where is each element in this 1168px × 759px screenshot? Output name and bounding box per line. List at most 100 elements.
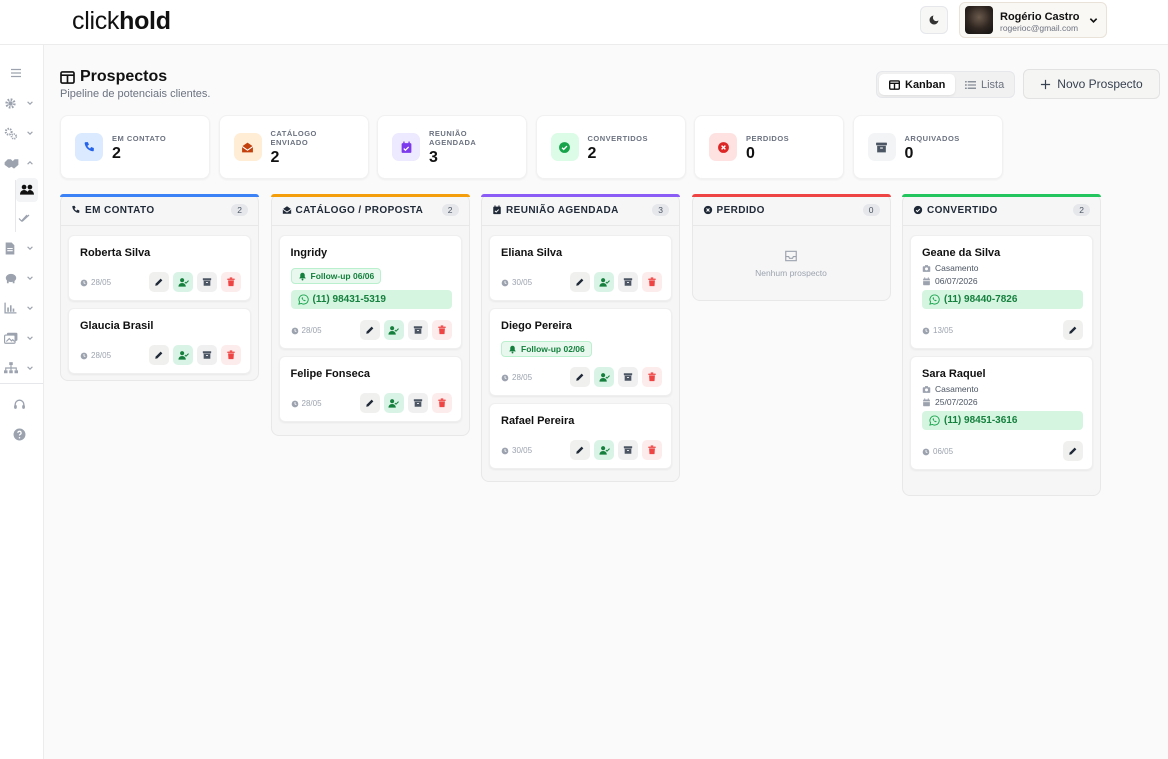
logo-text-light: click <box>72 7 120 35</box>
prospect-card[interactable]: Sara Raquel Casamento 25/07/2026 (11) 98451… <box>910 356 1093 470</box>
edit-button[interactable] <box>570 272 590 292</box>
delete-button[interactable] <box>642 272 662 292</box>
whatsapp-link[interactable]: (11) 98440-7826 <box>922 290 1083 309</box>
sidebar-item-settings[interactable] <box>4 94 36 112</box>
edit-button[interactable] <box>1063 320 1083 340</box>
card-actions <box>1063 441 1083 461</box>
delete-button[interactable] <box>431 320 452 340</box>
tab-lista[interactable]: Lista <box>955 74 1014 95</box>
sidebar-item-organization[interactable] <box>4 359 36 377</box>
sidebar-item-help[interactable] <box>13 425 45 443</box>
followup-text: Follow-up 06/06 <box>310 271 375 281</box>
delete-button[interactable] <box>431 393 452 413</box>
archive-button[interactable] <box>618 272 638 292</box>
stat-icon <box>392 133 420 161</box>
event-date-text: 25/07/2026 <box>935 397 978 407</box>
prospect-card[interactable]: Ingridy Follow-up 06/06 (11) 98431-5319 28/… <box>278 235 462 349</box>
sidebar-item-gears[interactable] <box>4 124 36 142</box>
user-menu[interactable]: Rogério Castro rogerioc@gmail.com <box>959 2 1107 38</box>
edit-button[interactable] <box>359 320 380 340</box>
archive-button[interactable] <box>407 393 428 413</box>
archive-icon <box>876 142 887 152</box>
created-date: 28/05 <box>291 399 322 408</box>
edit-button[interactable] <box>149 272 169 292</box>
whatsapp-link[interactable]: (11) 98431-5319 <box>290 290 452 309</box>
sidebar-item-support[interactable] <box>13 395 45 413</box>
chevron-down-icon <box>27 246 33 250</box>
page-title: Prospectos <box>60 68 167 86</box>
followup-badge[interactable]: Follow-up 02/06 <box>501 341 592 357</box>
sidebar-item-reports[interactable] <box>4 299 36 317</box>
archive-button[interactable] <box>197 345 217 365</box>
theme-toggle-button[interactable] <box>920 6 948 34</box>
plus-icon <box>1041 79 1051 89</box>
menu-toggle-button[interactable] <box>10 64 42 82</box>
archive-icon <box>623 278 633 286</box>
sidebar-item-gallery[interactable] <box>4 329 36 347</box>
followup-badge[interactable]: Follow-up 06/06 <box>290 268 382 284</box>
prospect-name: Rafael Pereira <box>501 415 575 427</box>
archive-button[interactable] <box>197 272 217 292</box>
convert-button[interactable] <box>594 440 614 460</box>
inbox-icon <box>785 250 797 261</box>
prospect-card[interactable]: Eliana Silva 30/05 <box>489 235 672 301</box>
prospect-card[interactable]: Geane da Silva Casamento 06/07/2026 (11) 98… <box>910 235 1093 349</box>
stat-label-text: CONVERTIDOS <box>587 134 649 143</box>
convert-button[interactable] <box>594 367 614 387</box>
columns-icon <box>889 79 900 90</box>
edit-button[interactable] <box>359 393 380 413</box>
chevron-down-icon <box>27 101 33 105</box>
created-date: 30/05 <box>501 278 532 287</box>
card-actions <box>149 272 241 292</box>
empty-state-text: Nenhum prospecto <box>755 267 827 278</box>
prospect-card[interactable]: Rafael Pereira 30/05 <box>489 403 672 469</box>
calendar-icon <box>923 397 930 406</box>
card-actions <box>359 320 452 340</box>
stat-icon <box>867 133 896 161</box>
pencil-icon <box>1069 326 1077 334</box>
sitemap-icon <box>4 362 18 374</box>
column-accent-bar <box>270 194 470 197</box>
delete-button[interactable] <box>642 367 662 387</box>
convert-button[interactable] <box>594 272 614 292</box>
stat-label: CATÁLOGO ENVIADO <box>271 129 333 147</box>
prospect-card[interactable]: Glaucia Brasil 28/05 <box>68 308 251 374</box>
pencil-icon <box>576 446 584 454</box>
sidebar-subitem-tasks[interactable] <box>18 209 50 227</box>
convert-button[interactable] <box>383 320 404 340</box>
tab-kanban[interactable]: Kanban <box>879 74 956 95</box>
sidebar-item-documents[interactable] <box>4 239 36 257</box>
archive-button[interactable] <box>407 320 428 340</box>
edit-button[interactable] <box>570 440 590 460</box>
avatar <box>965 6 993 34</box>
new-prospect-button[interactable]: Novo Prospecto <box>1023 69 1160 99</box>
archive-button[interactable] <box>618 367 638 387</box>
convert-button[interactable] <box>383 393 404 413</box>
edit-button[interactable] <box>570 367 590 387</box>
archive-button[interactable] <box>618 440 638 460</box>
logo[interactable]: clickhold <box>72 7 171 36</box>
edit-button[interactable] <box>1063 441 1083 461</box>
delete-button[interactable] <box>642 440 662 460</box>
delete-button[interactable] <box>221 272 241 292</box>
sidebar-item-clients[interactable] <box>4 154 36 172</box>
clock-icon <box>291 327 298 334</box>
stat-label: CONVERTIDOS <box>588 134 678 143</box>
prospect-card[interactable]: Diego Pereira Follow-up 02/06 28/05 <box>489 308 672 396</box>
logo-text-bold: hold <box>119 7 171 35</box>
card-actions <box>570 367 662 387</box>
edit-button[interactable] <box>149 345 169 365</box>
delete-button[interactable] <box>221 345 241 365</box>
stat-icon <box>75 133 103 161</box>
sidebar-subitem-prospects[interactable] <box>16 178 38 202</box>
whatsapp-icon <box>929 415 940 426</box>
convert-button[interactable] <box>173 272 193 292</box>
prospect-card[interactable]: Roberta Silva 28/05 <box>68 235 251 301</box>
clock-icon <box>922 327 930 334</box>
sidebar-item-finance[interactable] <box>4 269 36 287</box>
stat-icon <box>709 133 737 161</box>
convert-button[interactable] <box>173 345 193 365</box>
kanban-column: CONVERTIDO 2 Geane da Silva Casamento 06/0… <box>902 194 1101 496</box>
whatsapp-link[interactable]: (11) 98451-3616 <box>922 411 1083 430</box>
prospect-card[interactable]: Felipe Fonseca 28/05 <box>278 356 462 422</box>
